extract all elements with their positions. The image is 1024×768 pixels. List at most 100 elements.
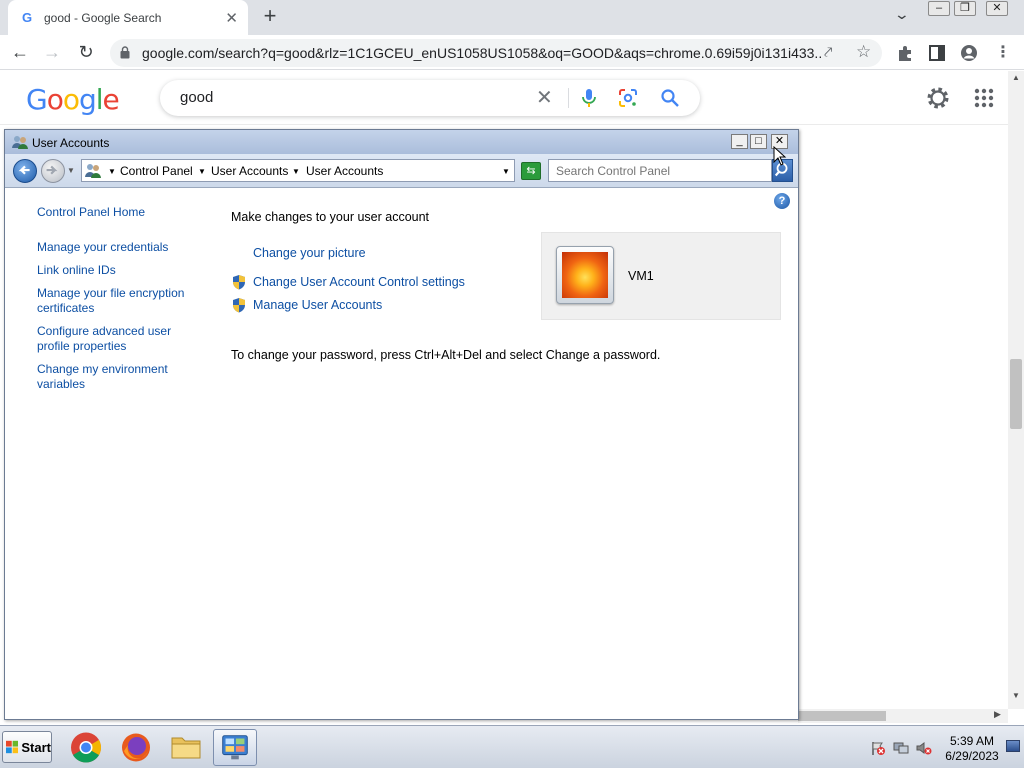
chrome-menu-kebab-icon[interactable]: ⋮: [994, 44, 1012, 62]
file-explorer-taskbar-button[interactable]: [164, 729, 208, 766]
firefox-taskbar-button[interactable]: [114, 729, 158, 766]
back-button[interactable]: [13, 159, 37, 183]
forward-arrow-icon: [46, 165, 58, 175]
search-control-panel-input[interactable]: [556, 161, 766, 180]
firefox-icon: [122, 733, 150, 762]
profile-avatar-icon[interactable]: [960, 44, 978, 62]
tab-search-chevron-icon[interactable]: ⌄: [894, 6, 910, 23]
link-text: Manage your file encryption: [37, 286, 185, 300]
browser-close-button[interactable]: ✕: [986, 1, 1008, 16]
link-text: Link online IDs: [37, 263, 116, 277]
scrollbar-thumb[interactable]: [1010, 359, 1022, 429]
link-text: Manage your credentials: [37, 240, 169, 254]
flower-avatar-image: [562, 252, 608, 298]
window-maximize-button[interactable]: □: [750, 134, 767, 149]
manage-user-accounts-link[interactable]: Manage User Accounts: [253, 298, 382, 312]
file-encryption-certificates-link[interactable]: Manage your file encryption certificates: [37, 286, 207, 316]
uac-settings-link[interactable]: Change User Account Control settings: [253, 275, 465, 289]
search-magnifier-icon[interactable]: [660, 88, 680, 108]
tab-title: good - Google Search: [44, 10, 162, 25]
google-apps-grid-icon[interactable]: [974, 88, 994, 108]
control-panel-crumb-icon: [85, 164, 101, 178]
google-search-box[interactable]: good ✕: [160, 80, 700, 116]
refresh-icon[interactable]: ⇆: [521, 162, 541, 180]
breadcrumb[interactable]: ▼ Control Panel ▼ User Accounts ▼ User A…: [81, 159, 515, 182]
scroll-up-arrow-icon[interactable]: ▲: [1012, 73, 1020, 82]
google-logo[interactable]: Google: [26, 83, 120, 116]
browser-tab[interactable]: G good - Google Search ✕: [8, 0, 248, 35]
logo-letter: G: [26, 83, 48, 116]
forward-button[interactable]: [41, 159, 65, 183]
address-dropdown-icon[interactable]: ▼: [502, 167, 510, 176]
crumb-dropdown-icon[interactable]: ▼: [108, 167, 116, 176]
reload-icon[interactable]: ↻: [74, 40, 98, 64]
network-icon[interactable]: [893, 740, 909, 756]
link-online-ids-link[interactable]: Link online IDs: [37, 263, 207, 278]
user-accounts-window: User Accounts _ □ ✕ ▼ ▼ Control Panel ▼ …: [4, 129, 799, 720]
google-results-header: Google good ✕: [0, 71, 1024, 125]
action-center-flag-icon[interactable]: [870, 740, 886, 756]
avatar[interactable]: [556, 246, 614, 304]
lock-icon: [120, 46, 130, 59]
crumb-dropdown-icon[interactable]: ▼: [198, 167, 206, 176]
share-icon[interactable]: ⤤: [824, 44, 832, 61]
breadcrumb-item[interactable]: Control Panel: [120, 164, 193, 178]
chrome-taskbar-button[interactable]: [64, 729, 108, 766]
side-panel-icon[interactable]: [928, 44, 946, 62]
manage-credentials-link[interactable]: Manage your credentials: [37, 240, 207, 255]
chrome-icon: [71, 732, 102, 763]
password-instructions: To change your password, press Ctrl+Alt+…: [231, 348, 661, 362]
window-content: ? Control Panel Home Manage your credent…: [5, 188, 798, 719]
start-button[interactable]: Start: [2, 731, 52, 763]
logo-letter: g: [78, 83, 97, 116]
back-arrow-icon: [18, 165, 30, 175]
show-desktop-button[interactable]: [1006, 740, 1020, 752]
control-panel-home-link[interactable]: Control Panel Home: [37, 205, 207, 220]
system-clock[interactable]: 5:39 AM 6/29/2023: [942, 734, 1002, 764]
advanced-profile-properties-link[interactable]: Configure advanced user profile propertie…: [37, 324, 207, 354]
environment-variables-link[interactable]: Change my environment variables: [37, 362, 207, 392]
mouse-cursor-icon: [773, 146, 787, 166]
extensions-puzzle-icon[interactable]: [896, 44, 914, 62]
uac-shield-icon: [233, 298, 245, 313]
url-text[interactable]: google.com/search?q=good&rlz=1C1GCEU_enU…: [142, 45, 822, 61]
crumb-dropdown-icon[interactable]: ▼: [292, 167, 300, 176]
page-vertical-scrollbar[interactable]: ▲ ▼: [1008, 71, 1024, 709]
link-text: profile properties: [37, 339, 127, 353]
voice-search-mic-icon[interactable]: [580, 88, 598, 108]
scroll-right-arrow-icon[interactable]: ▶: [994, 709, 1001, 720]
new-tab-button[interactable]: +: [258, 4, 282, 28]
back-arrow-icon[interactable]: ←: [8, 40, 32, 64]
browser-minimize-button[interactable]: –: [928, 1, 950, 16]
clear-search-icon[interactable]: ✕: [536, 85, 553, 110]
clock-date: 6/29/2023: [945, 749, 999, 763]
window-minimize-button[interactable]: _: [731, 134, 748, 149]
browser-restore-button[interactable]: ❐: [954, 1, 976, 16]
volume-muted-icon[interactable]: [916, 740, 932, 756]
recent-pages-dropdown-icon[interactable]: ▼: [67, 166, 75, 175]
address-bar[interactable]: google.com/search?q=good&rlz=1C1GCEU_enU…: [110, 39, 882, 67]
search-query-text[interactable]: good: [180, 89, 213, 106]
link-text: variables: [37, 377, 86, 391]
google-lens-icon[interactable]: [618, 88, 638, 108]
forward-arrow-icon[interactable]: →: [40, 40, 64, 64]
horizontal-scrollbar-thumb[interactable]: [798, 711, 886, 721]
user-tile: VM1: [541, 232, 781, 320]
breadcrumb-item[interactable]: User Accounts: [211, 164, 288, 178]
user-accounts-icon: [12, 136, 28, 149]
uac-shield-icon: [233, 275, 245, 290]
task-pane: Control Panel Home Manage your credentia…: [37, 205, 207, 392]
scroll-down-arrow-icon[interactable]: ▼: [1012, 691, 1020, 700]
window-title-bar[interactable]: User Accounts _ □ ✕: [5, 130, 798, 154]
logo-letter: l: [95, 83, 104, 116]
bookmark-star-icon[interactable]: ☆: [856, 42, 871, 62]
breadcrumb-item[interactable]: User Accounts: [306, 164, 383, 178]
tab-close-icon[interactable]: ✕: [225, 9, 238, 27]
control-panel-search[interactable]: [548, 159, 772, 182]
control-panel-taskbar-button[interactable]: [213, 729, 257, 766]
clock-time: 5:39 AM: [949, 734, 995, 748]
change-picture-link[interactable]: Change your picture: [253, 246, 366, 260]
link-text: Change my environment: [37, 362, 168, 376]
page-horizontal-scrollbar[interactable]: ▶: [798, 709, 1008, 723]
settings-gear-icon[interactable]: [926, 86, 950, 110]
